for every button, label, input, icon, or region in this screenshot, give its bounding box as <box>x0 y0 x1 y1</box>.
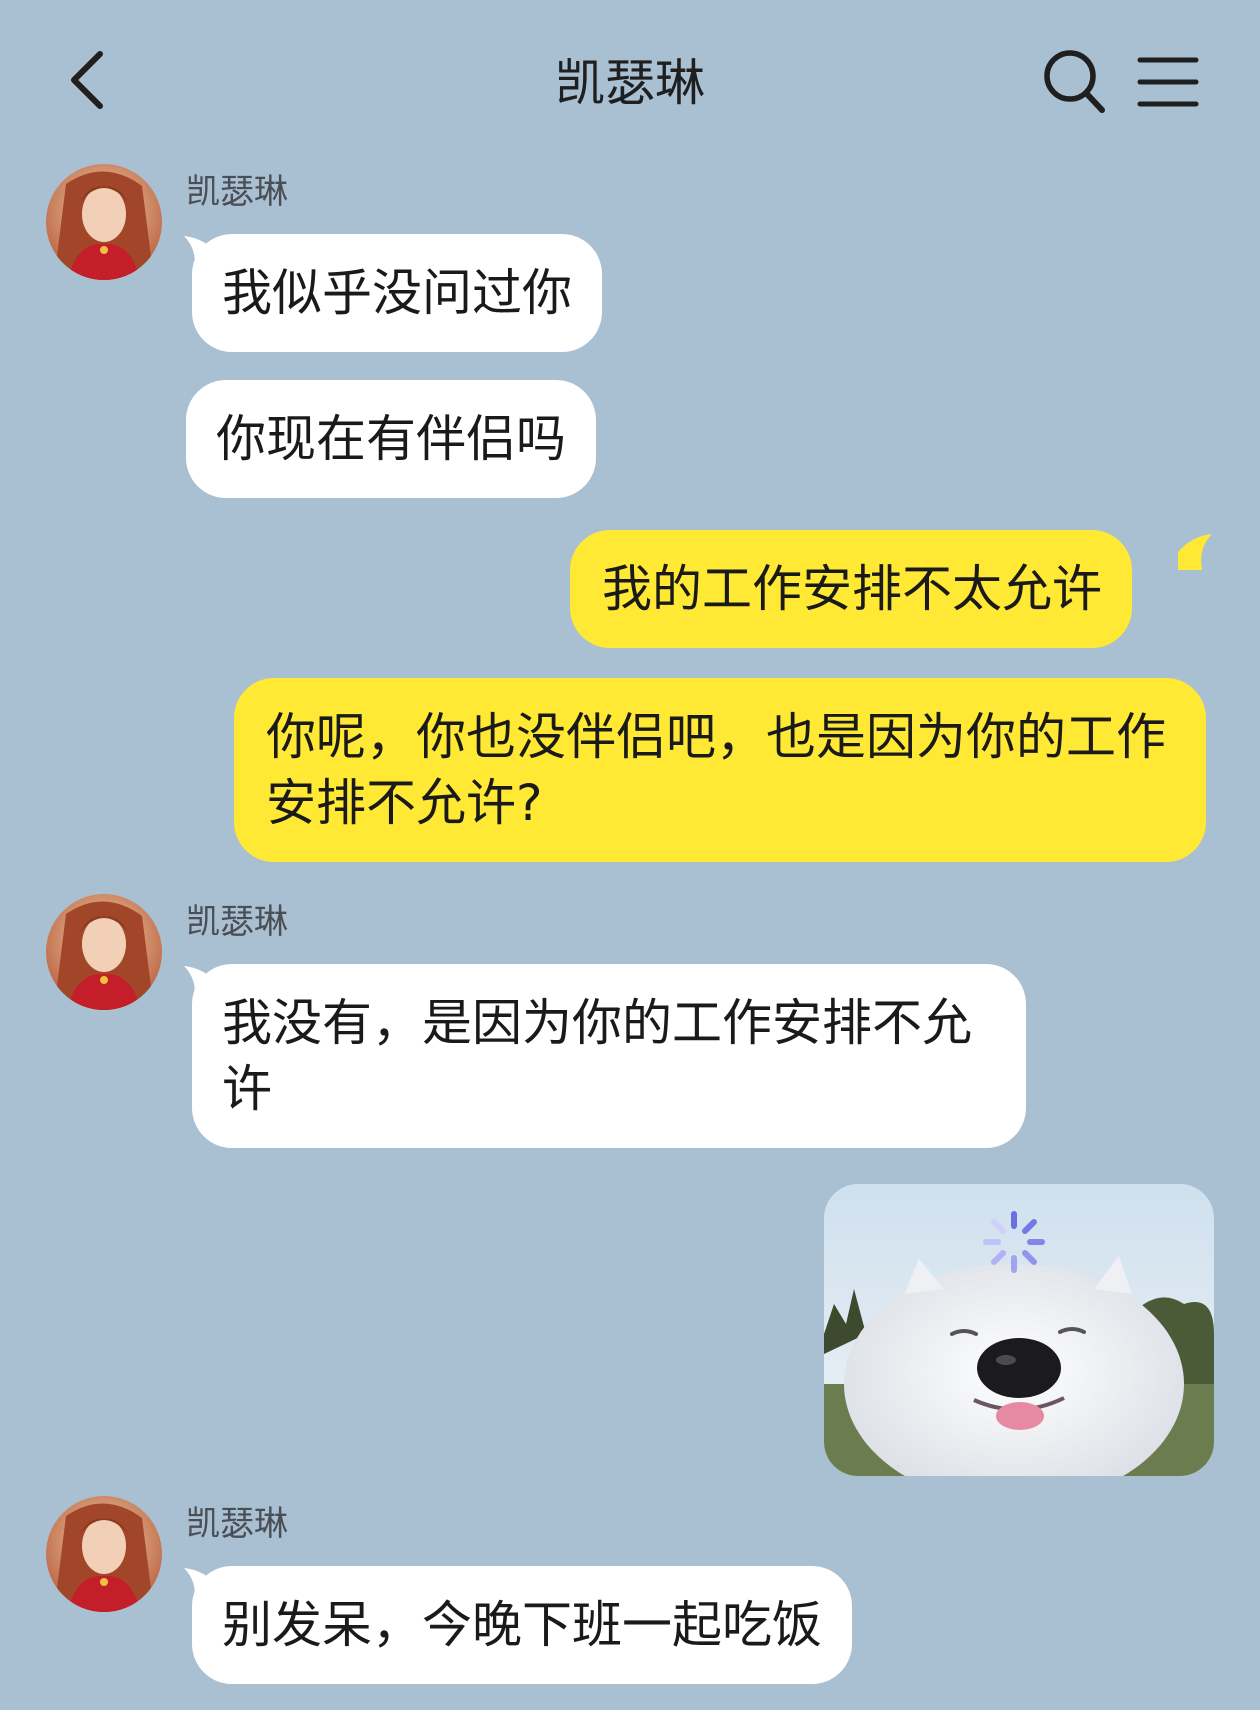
avatar-portrait-icon <box>46 164 162 280</box>
search-button[interactable] <box>1040 46 1110 118</box>
message-bubble-incoming[interactable]: 你现在有伴侣吗 <box>186 380 596 498</box>
avatar-portrait-icon <box>46 894 162 1010</box>
chat-header: 凯瑟琳 <box>0 0 1260 150</box>
message-bubble-incoming[interactable]: 我似乎没问过你 <box>192 234 602 352</box>
image-message[interactable] <box>824 1184 1214 1476</box>
sender-name: 凯瑟琳 <box>186 1504 288 1544</box>
sender-name: 凯瑟琳 <box>186 902 288 942</box>
avatar[interactable] <box>46 894 162 1010</box>
bubble-tail <box>1178 534 1212 570</box>
avatar-portrait-icon <box>46 1496 162 1612</box>
sender-name: 凯瑟琳 <box>186 172 288 212</box>
menu-icon <box>1137 57 1199 107</box>
message-bubble-outgoing[interactable]: 你呢，你也没伴侣吧，也是因为你的工作安排不允许? <box>234 678 1206 862</box>
avatar[interactable] <box>46 164 162 280</box>
avatar[interactable] <box>46 1496 162 1612</box>
search-icon <box>1044 50 1105 113</box>
message-bubble-incoming[interactable]: 我没有，是因为你的工作安排不允许 <box>192 964 1026 1148</box>
smiling-dog-loading-sticker-icon <box>824 1184 1214 1476</box>
message-bubble-incoming[interactable]: 别发呆，今晚下班一起吃饭 <box>192 1566 852 1684</box>
menu-button[interactable] <box>1136 52 1200 112</box>
message-bubble-outgoing[interactable]: 我的工作安排不太允许 <box>570 530 1132 648</box>
